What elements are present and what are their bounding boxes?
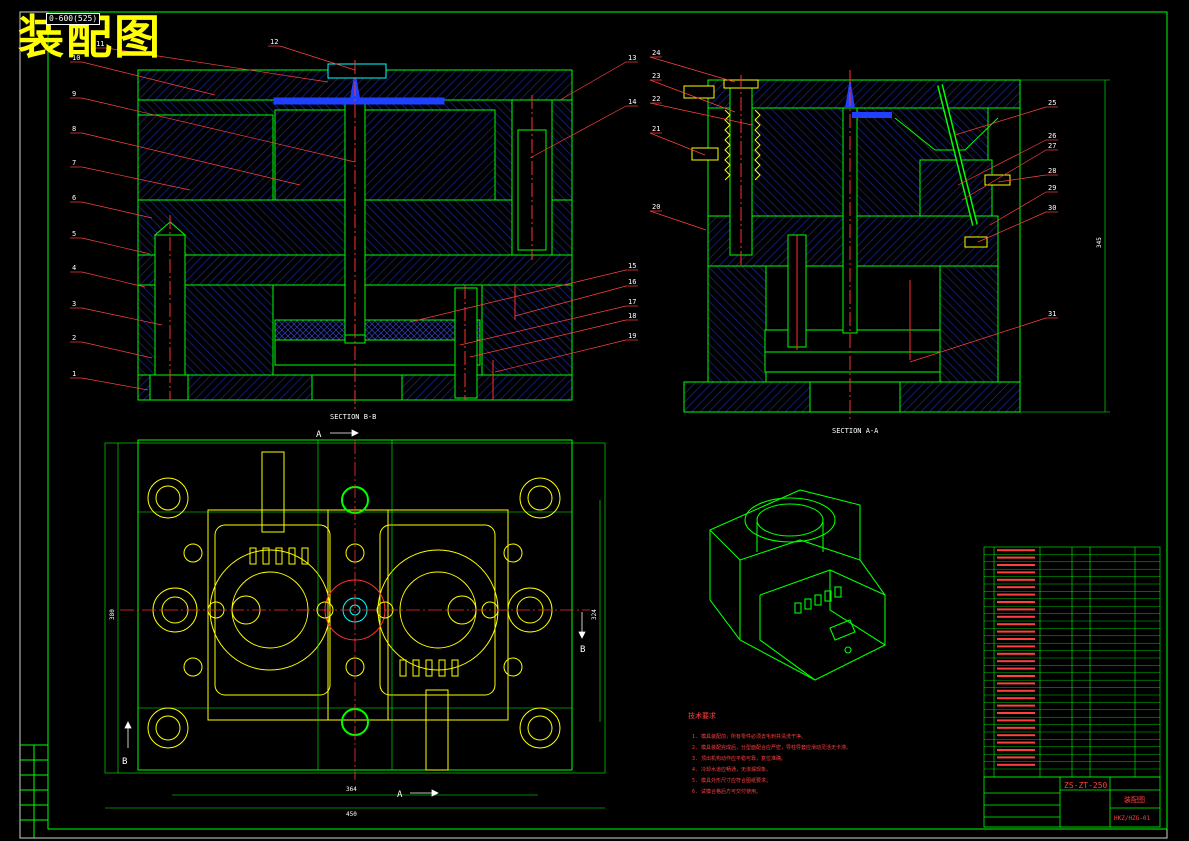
parts-list-entry <box>997 645 1035 648</box>
parts-list-entry <box>997 675 1035 677</box>
leader-line <box>649 132 706 156</box>
part-number-label: 13 <box>628 54 636 62</box>
leader-line <box>989 191 1047 226</box>
parts-list-entry <box>997 749 1035 751</box>
parts-list-entry <box>997 608 1035 611</box>
tech-note: 1. 模具装配前，所有零件必须去毛刺并清洗干净。 <box>692 733 806 740</box>
parts-list-entry <box>997 689 1035 692</box>
tech-note: 2. 模具装配完成后，分型面配合应严密，导柱导套应滑动灵活无卡滞。 <box>692 744 851 751</box>
parts-list-entry <box>997 667 1035 670</box>
part-number-label: 23 <box>652 72 660 80</box>
tech-note: 5. 模具外形尺寸应符合图纸要求。 <box>692 777 771 784</box>
section-label-b-b: SECTION B-B <box>330 413 376 421</box>
cut-mark-a-bottom: A <box>397 790 403 800</box>
part-isometric <box>709 489 886 681</box>
part-number-label: 24 <box>652 49 660 57</box>
leader-line <box>649 56 736 83</box>
part-number-label: 3 <box>72 300 76 308</box>
parts-list-entry <box>997 660 1035 663</box>
parts-list-entry <box>997 638 1035 640</box>
parts-list-entry <box>997 741 1035 744</box>
parts-list-entry <box>997 593 1035 596</box>
tech-note: 4. 冷却水道应畅通，无渗漏现象。 <box>692 766 771 773</box>
part-number-label: 25 <box>1048 99 1056 107</box>
cad-drawing: SECTION B-B 345 SECTION A-A 364 450 380 … <box>19 11 1168 839</box>
parts-list-entry <box>997 652 1035 655</box>
parts-list-entry <box>997 556 1035 559</box>
parts-list-entry <box>997 630 1035 633</box>
part-number-label: 21 <box>652 125 660 133</box>
part-number-label: 9 <box>72 90 76 98</box>
tech-note: 6. 试模合格后方可交付使用。 <box>692 788 761 795</box>
plan-centerlines <box>120 440 590 780</box>
part-number-label: 8 <box>72 125 76 133</box>
part-number-label: 16 <box>628 278 636 286</box>
dim-width-total: 450 <box>346 811 357 818</box>
part-number-label: 4 <box>72 264 76 272</box>
part-number-label: 14 <box>628 98 636 106</box>
parts-list-entry <box>997 586 1035 589</box>
tech-notes: 1. 模具装配前，所有零件必须去毛刺并清洗干净。 2. 模具装配完成后，分型面配… <box>692 733 851 795</box>
part-number-label: 15 <box>628 262 636 270</box>
part-number-label: 2 <box>72 334 76 342</box>
title-block-drawing-no: ZS-ZT-250 <box>1064 781 1108 790</box>
part-number-label: 1 <box>72 370 76 378</box>
title-block-name: 装配图 <box>1124 795 1145 804</box>
parts-list-entry <box>997 623 1035 626</box>
cut-mark-b-left: B <box>122 757 127 767</box>
cut-mark-a-top: A <box>316 430 322 440</box>
part-number-label: 22 <box>652 95 660 103</box>
part-number-label: 31 <box>1048 310 1056 318</box>
section-label-a-a: SECTION A-A <box>832 427 879 435</box>
parts-list-entry <box>997 682 1035 685</box>
section-b-b-view <box>137 60 573 410</box>
cut-mark-b-right: B <box>580 645 585 655</box>
dim-height-side: 345 <box>1096 237 1103 248</box>
part-number-label: 5 <box>72 230 76 238</box>
parts-list-entry <box>997 763 1035 766</box>
part-number-label: 28 <box>1048 167 1056 175</box>
part-number-label: 26 <box>1048 132 1056 140</box>
drawing-tag: 0-600(525) <box>46 13 101 25</box>
dim-height-right: 324 <box>591 609 598 620</box>
parts-list-entry <box>997 601 1035 603</box>
part-number-label: 20 <box>652 203 660 211</box>
parts-list-entry <box>997 719 1035 722</box>
part-number-label: 6 <box>72 194 76 202</box>
tech-note: 3. 顶出机构动作应平稳可靠，复位准确。 <box>692 755 786 762</box>
parts-list-entry <box>997 726 1035 729</box>
part-number-label: 18 <box>628 312 636 320</box>
part-number-label: 7 <box>72 159 76 167</box>
dim-width-inner: 364 <box>346 786 357 793</box>
part-number-label: 12 <box>270 38 278 46</box>
parts-list-entry <box>997 712 1035 714</box>
parts-list-entry <box>997 704 1035 707</box>
parts-list-entry <box>997 756 1035 759</box>
leader-line <box>649 210 707 231</box>
part-number-label: 30 <box>1048 204 1056 212</box>
leader-line <box>279 45 356 71</box>
parts-list-entry <box>997 564 1035 566</box>
part-number-label: 29 <box>1048 184 1056 192</box>
tech-notes-title: 技术要求 <box>688 711 716 720</box>
leader-line <box>81 271 146 288</box>
dim-height-left: 380 <box>109 609 116 620</box>
parts-list-entry <box>997 615 1035 618</box>
parts-list-entry <box>997 697 1035 700</box>
part-number-label: 17 <box>628 298 636 306</box>
part-number-label: 27 <box>1048 142 1056 150</box>
section-a-a-view <box>683 70 1110 420</box>
parts-list-entry <box>997 734 1035 737</box>
title-block-code: HKZ/HZG-01 <box>1114 815 1151 822</box>
parts-list-entry <box>997 571 1035 574</box>
parts-list-entry <box>997 549 1035 552</box>
parts-list-entry <box>997 578 1035 581</box>
part-number-label: 19 <box>628 332 636 340</box>
